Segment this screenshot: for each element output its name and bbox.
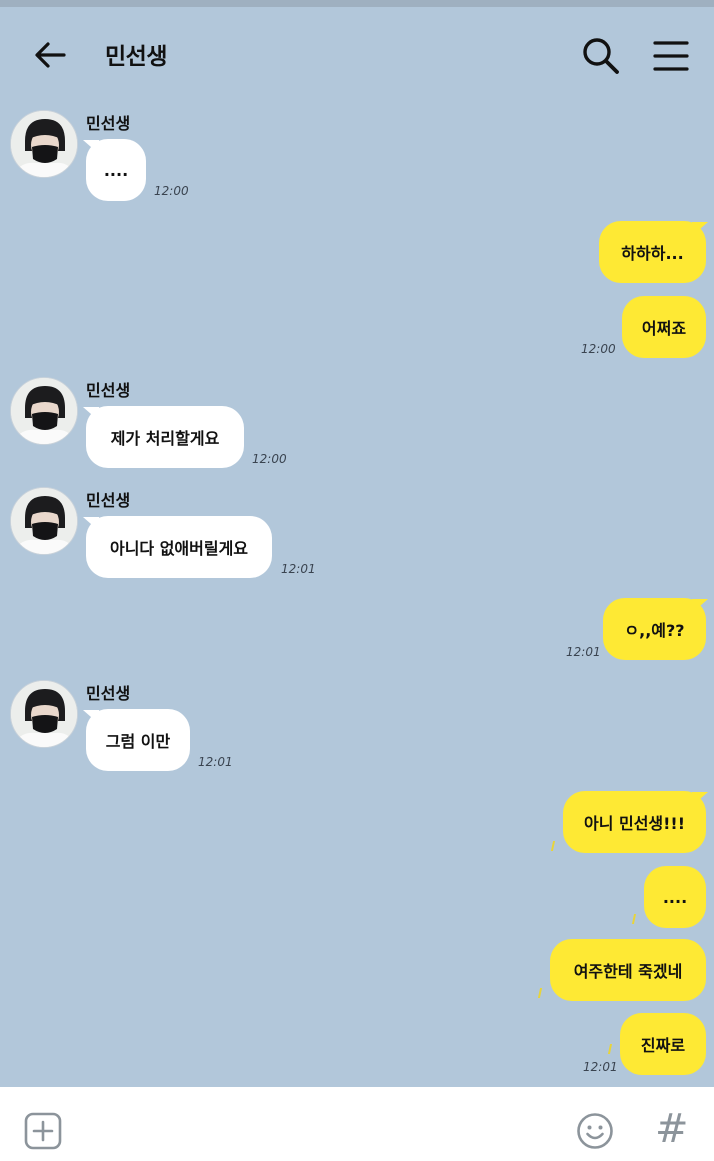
message-bubble-outgoing[interactable]: 여주한테 죽겠네	[550, 939, 706, 1001]
plus-square-icon[interactable]	[24, 1112, 62, 1150]
chat-title: 민선생	[105, 44, 167, 70]
avatar[interactable]	[10, 680, 78, 748]
sender-name: 민선생	[86, 381, 131, 400]
sender-name: 민선생	[86, 491, 131, 510]
message-time: 12:01	[583, 1060, 618, 1074]
message-bubble-outgoing[interactable]: 아니 민선생!!!	[563, 791, 706, 853]
read-indicator	[631, 914, 637, 924]
hash-icon[interactable]: #	[655, 1107, 689, 1151]
message-time: 12:00	[252, 452, 287, 466]
message-bubble-outgoing[interactable]: 어쩌죠	[622, 296, 706, 358]
message-bubble-outgoing[interactable]: ....	[644, 866, 706, 928]
read-indicator	[550, 841, 556, 851]
emoji-icon[interactable]	[576, 1112, 614, 1150]
message-time: 12:01	[281, 562, 316, 576]
status-strip	[0, 0, 714, 7]
input-bar: #	[0, 1087, 714, 1161]
message-time: 12:01	[566, 645, 601, 659]
chat-header: 민선생	[0, 7, 714, 103]
back-arrow-icon[interactable]	[30, 35, 70, 75]
avatar[interactable]	[10, 487, 78, 555]
avatar[interactable]	[10, 110, 78, 178]
message-bubble-incoming[interactable]: 제가 처리할게요	[86, 406, 244, 468]
search-icon[interactable]	[580, 35, 622, 77]
message-bubble-incoming[interactable]: 그럼 이만	[86, 709, 190, 771]
message-bubble-incoming[interactable]: 아니다 없애버릴게요	[86, 516, 272, 578]
sender-name: 민선생	[86, 684, 131, 703]
message-bubble-incoming[interactable]: ....	[86, 139, 146, 201]
menu-icon[interactable]	[650, 37, 692, 75]
message-bubble-outgoing[interactable]: ㅇ,,예??	[603, 598, 706, 660]
message-bubble-outgoing[interactable]: 진짜로	[620, 1013, 706, 1075]
message-time: 12:00	[581, 342, 616, 356]
read-indicator	[537, 988, 543, 998]
avatar[interactable]	[10, 377, 78, 445]
message-bubble-outgoing[interactable]: 하하하...	[599, 221, 706, 283]
message-time: 12:01	[198, 755, 233, 769]
read-indicator	[607, 1044, 613, 1054]
message-time: 12:00	[154, 184, 189, 198]
sender-name: 민선생	[86, 114, 131, 133]
